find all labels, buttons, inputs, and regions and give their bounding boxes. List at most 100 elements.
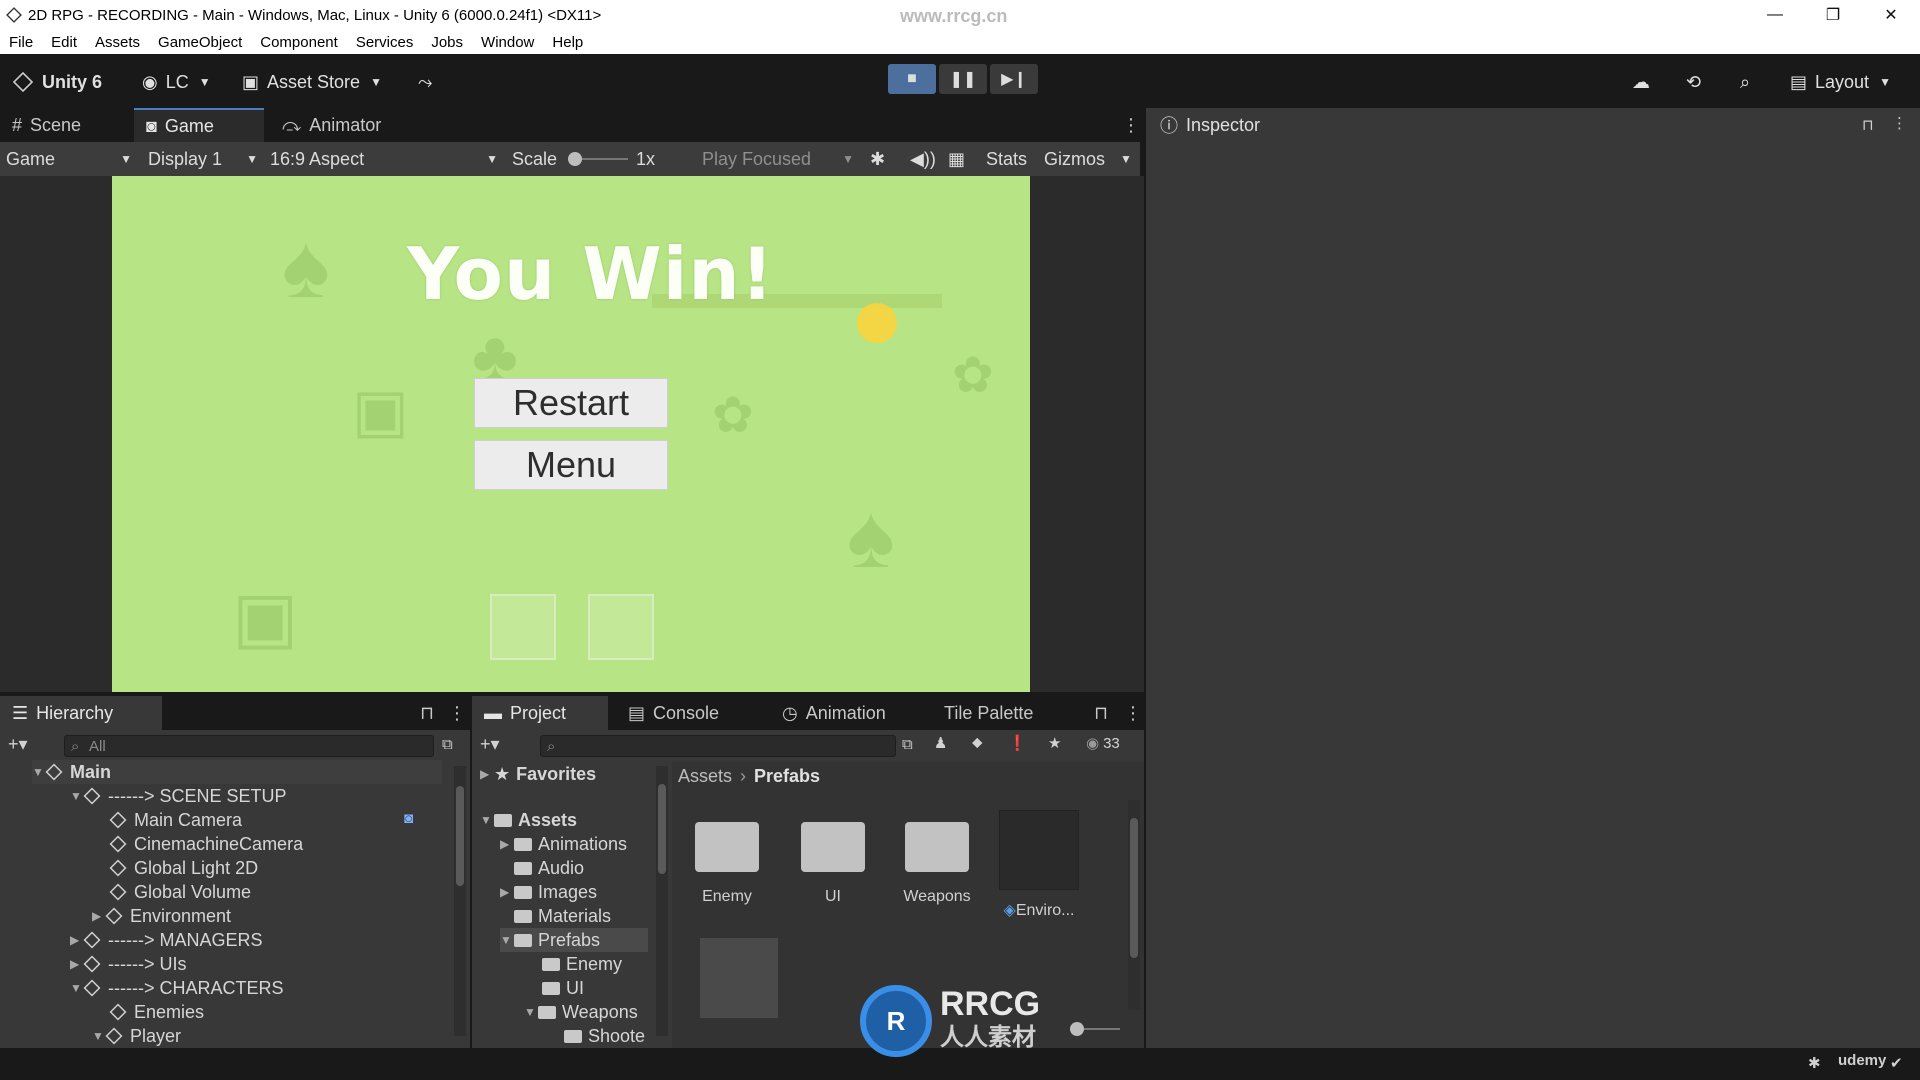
pause-button[interactable]: ❚❚ <box>939 64 987 94</box>
tab-game[interactable]: ◙ Game <box>134 108 264 142</box>
scrollbar-thumb[interactable] <box>456 786 464 886</box>
asset-thumbnail[interactable] <box>700 938 778 1018</box>
close-button[interactable]: ✕ <box>1862 0 1920 30</box>
bug-icon[interactable]: ✱ <box>1808 1054 1821 1072</box>
project-tree-row[interactable]: UI <box>542 976 584 1000</box>
type-filter-icon[interactable]: ♟ <box>934 734 947 752</box>
project-tree-row[interactable]: Materials <box>514 904 611 928</box>
hierarchy-root[interactable]: ▼ Main <box>32 760 442 784</box>
hierarchy-row[interactable]: Global Volume <box>109 880 251 904</box>
scale-slider-handle[interactable] <box>568 152 582 166</box>
lock-icon[interactable]: ⊓ <box>1082 696 1108 730</box>
hierarchy-row[interactable]: CinemachineCamera <box>109 832 303 856</box>
version-control-button[interactable]: ⤳ <box>418 68 432 96</box>
filter-icon[interactable]: ⧉ <box>902 736 913 753</box>
project-tree-row[interactable]: ▶ Images <box>500 880 597 904</box>
project-tree-scrollbar[interactable] <box>656 766 668 1036</box>
game-canvas[interactable]: ♠ ♣ ♠ ✿ ✿ ▣ ▣ You Win! Restart Menu <box>112 176 1030 692</box>
menu-services[interactable]: Services <box>347 34 423 51</box>
project-tree-row[interactable]: Shoote <box>564 1024 645 1048</box>
hierarchy-row[interactable]: Global Light 2D <box>109 856 258 880</box>
asset-folder-enemy[interactable]: Enemy <box>682 822 772 906</box>
breadcrumb-assets[interactable]: Assets <box>678 766 732 787</box>
tab-animation[interactable]: ◷ Animation <box>770 696 920 730</box>
lock-icon[interactable]: ⊓ <box>408 696 434 730</box>
label-filter-icon[interactable]: ⬥ <box>972 734 983 751</box>
hierarchy-row[interactable]: Enemies <box>109 1000 204 1024</box>
grid-icon[interactable]: ▦ <box>948 146 965 172</box>
scrollbar-thumb[interactable] <box>658 784 666 874</box>
hierarchy-search-input[interactable]: ⌕ All <box>64 735 434 757</box>
filter-icon[interactable]: ⧉ <box>442 736 453 753</box>
play-mode-dropdown[interactable]: Play Focused ▼ <box>702 146 854 172</box>
aspect-dropdown[interactable]: 16:9 Aspect ▼ <box>270 146 498 172</box>
project-content-scrollbar[interactable] <box>1128 800 1140 1010</box>
tab-project[interactable]: ▬ Project <box>472 696 608 730</box>
minimize-button[interactable]: — <box>1746 0 1804 30</box>
bug-icon[interactable]: ✱ <box>870 146 885 172</box>
favorites-row[interactable]: ▶ ★ Favorites <box>480 762 596 786</box>
tab-inspector[interactable]: ⓘ Inspector <box>1146 108 1308 142</box>
thumbnail-size-slider[interactable] <box>1070 1022 1120 1036</box>
restore-button[interactable]: ❐ <box>1804 0 1862 30</box>
kebab-icon[interactable]: ⋮ <box>436 696 466 730</box>
tab-scene[interactable]: # Scene <box>0 108 130 142</box>
view-mode-dropdown[interactable]: Game ▼ <box>6 146 132 172</box>
menu-help[interactable]: Help <box>543 34 592 51</box>
inventory-slot[interactable] <box>588 594 654 660</box>
hierarchy-scrollbar[interactable] <box>454 766 466 1036</box>
asset-prefab-environment[interactable]: ◈Enviro... <box>994 810 1084 920</box>
project-tree-row[interactable]: ▼ Assets <box>480 808 577 832</box>
lock-icon[interactable]: ⊓ <box>1862 116 1874 134</box>
menu-file[interactable]: File <box>0 34 42 51</box>
asset-folder-weapons[interactable]: Weapons <box>892 822 982 906</box>
restart-button[interactable]: Restart <box>474 378 668 428</box>
panel-menu-button[interactable]: ⋮ <box>1110 108 1140 142</box>
scrollbar-thumb[interactable] <box>1130 818 1138 958</box>
menu-button[interactable]: Menu <box>474 440 668 490</box>
unity-version-button[interactable]: Unity 6 <box>12 68 102 96</box>
inventory-slot[interactable] <box>490 594 556 660</box>
menu-window[interactable]: Window <box>472 34 543 51</box>
hierarchy-row[interactable]: ▶ Environment <box>92 904 231 928</box>
scale-slider[interactable] <box>568 146 628 172</box>
kebab-icon[interactable]: ⋮ <box>1112 696 1142 730</box>
menu-assets[interactable]: Assets <box>86 34 149 51</box>
history-button[interactable]: ⟲ <box>1686 68 1701 96</box>
asset-store-dropdown[interactable]: ▣ Asset Store ▼ <box>242 68 382 96</box>
tab-hierarchy[interactable]: ☰ Hierarchy <box>0 696 162 730</box>
add-icon[interactable]: +▾ <box>480 734 500 755</box>
tab-console[interactable]: ▤ Console <box>616 696 746 730</box>
account-dropdown[interactable]: ◉ LC ▼ <box>142 68 211 96</box>
speaker-icon[interactable]: ◀)) <box>910 146 936 172</box>
step-button[interactable]: ▶❙ <box>990 64 1038 94</box>
asset-folder-ui[interactable]: UI <box>788 822 878 906</box>
menu-jobs[interactable]: Jobs <box>422 34 472 51</box>
gizmos-button[interactable]: Gizmos <box>1044 146 1105 172</box>
menu-component[interactable]: Component <box>251 34 347 51</box>
warning-icon[interactable]: ❗ <box>1008 734 1027 752</box>
hierarchy-row[interactable]: ▼ ------> SCENE SETUP <box>70 784 287 808</box>
tab-tile-palette[interactable]: Tile Palette <box>932 696 1072 730</box>
project-tree-row-selected[interactable]: ▼ Prefabs <box>500 928 648 952</box>
menu-gameobject[interactable]: GameObject <box>149 34 251 51</box>
project-tree-row[interactable]: ▼ Weapons <box>524 1000 638 1024</box>
cloud-button[interactable]: ☁ <box>1632 68 1650 96</box>
tab-animator[interactable]: ⤼ Animator <box>270 108 410 142</box>
project-tree-row[interactable]: Audio <box>514 856 584 880</box>
search-button[interactable]: ⌕ <box>1740 68 1750 96</box>
add-icon[interactable]: +▾ <box>8 734 28 755</box>
visibility-counter[interactable]: ◉ 33 <box>1086 734 1120 753</box>
hierarchy-row[interactable]: ▼ ------> CHARACTERS <box>70 976 284 1000</box>
star-icon[interactable]: ★ <box>1048 734 1061 752</box>
thumbnail-slider-handle[interactable] <box>1070 1022 1084 1036</box>
breadcrumb-prefabs[interactable]: Prefabs <box>754 766 820 787</box>
layout-dropdown[interactable]: ▤ Layout ▼ <box>1790 68 1891 96</box>
stats-button[interactable]: Stats <box>986 146 1027 172</box>
hierarchy-row[interactable]: ▶ ------> MANAGERS <box>70 928 263 952</box>
menu-edit[interactable]: Edit <box>42 34 86 51</box>
display-dropdown[interactable]: Display 1 ▼ <box>148 146 258 172</box>
hierarchy-row[interactable]: ▶ ------> UIs <box>70 952 186 976</box>
check-icon[interactable]: ✔ <box>1890 1054 1903 1072</box>
project-tree-row[interactable]: Enemy <box>542 952 622 976</box>
